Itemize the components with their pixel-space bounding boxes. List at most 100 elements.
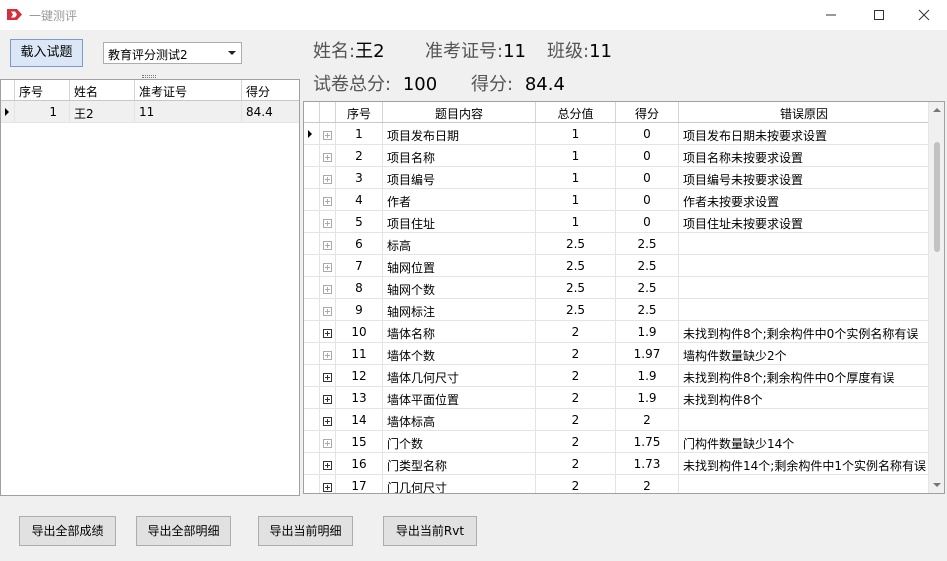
expand-plus-icon[interactable]	[323, 131, 332, 140]
expander-cell[interactable]	[320, 365, 336, 386]
cell-score[interactable]: 84.4	[242, 101, 299, 122]
cell-total[interactable]: 1	[536, 145, 616, 166]
splitter-grip[interactable]	[142, 75, 156, 78]
table-row[interactable]: 17 门几何尺寸 2 2	[304, 475, 944, 493]
export-all-details-button[interactable]: 导出全部明细	[136, 516, 231, 546]
expand-plus-icon[interactable]	[323, 461, 332, 470]
column-header-name[interactable]: 姓名	[70, 80, 135, 100]
row-header[interactable]	[304, 453, 320, 474]
cell-topic[interactable]: 墙体标高	[383, 409, 536, 430]
load-exam-button[interactable]: 载入试题	[10, 39, 83, 67]
cell-topic[interactable]: 墙体几何尺寸	[383, 365, 536, 386]
cell-no[interactable]: 17	[336, 475, 383, 493]
table-row[interactable]: 10 墙体名称 2 1.9 未找到构件8个;剩余构件中0个实例名称有误	[304, 321, 944, 343]
expander-cell[interactable]	[320, 475, 336, 493]
table-row[interactable]: 6 标高 2.5 2.5	[304, 233, 944, 255]
exam-select[interactable]: 教育评分测试2	[103, 42, 242, 64]
table-row[interactable]: 9 轴网标注 2.5 2.5	[304, 299, 944, 321]
cell-total[interactable]: 2	[536, 343, 616, 364]
cell-topic[interactable]: 轴网个数	[383, 277, 536, 298]
expander-cell[interactable]	[320, 299, 336, 320]
scroll-down-icon[interactable]	[933, 483, 941, 487]
expander-cell[interactable]	[320, 431, 336, 452]
expand-plus-icon[interactable]	[323, 197, 332, 206]
cell-total[interactable]: 2	[536, 321, 616, 342]
table-row[interactable]: 1 项目发布日期 1 0 项目发布日期未按要求设置	[304, 123, 944, 145]
table-row[interactable]: 3 项目编号 1 0 项目编号未按要求设置	[304, 167, 944, 189]
row-header[interactable]	[304, 211, 320, 232]
expand-plus-icon[interactable]	[323, 175, 332, 184]
cell-topic[interactable]: 墙体个数	[383, 343, 536, 364]
cell-score[interactable]: 2.5	[616, 299, 679, 320]
expander-cell[interactable]	[320, 123, 336, 144]
cell-total[interactable]: 2	[536, 365, 616, 386]
cell-reason[interactable]: 未找到构件14个;剩余构件中1个实例名称有误	[679, 453, 930, 474]
cell-no[interactable]: 10	[336, 321, 383, 342]
row-header[interactable]	[304, 431, 320, 452]
cell-score[interactable]: 0	[616, 211, 679, 232]
expand-plus-icon[interactable]	[323, 439, 332, 448]
column-header-reason[interactable]: 错误原因	[679, 102, 930, 122]
cell-reason[interactable]: 未找到构件8个;剩余构件中0个厚度有误	[679, 365, 930, 386]
vertical-scrollbar[interactable]	[928, 102, 944, 493]
cell-total[interactable]: 2.5	[536, 255, 616, 276]
expand-plus-icon[interactable]	[323, 285, 332, 294]
expander-cell[interactable]	[320, 255, 336, 276]
expand-plus-icon[interactable]	[323, 153, 332, 162]
cell-no[interactable]: 13	[336, 387, 383, 408]
table-row[interactable]: 16 门类型名称 2 1.73 未找到构件14个;剩余构件中1个实例名称有误	[304, 453, 944, 475]
expander-cell[interactable]	[320, 211, 336, 232]
cell-reason[interactable]	[679, 299, 930, 320]
expand-plus-icon[interactable]	[323, 395, 332, 404]
cell-no[interactable]: 1	[336, 123, 383, 144]
cell-no[interactable]: 1	[15, 101, 70, 122]
detail-grid[interactable]: 序号 题目内容 总分值 得分 错误原因 1 项目发布日期 1 0 项目发布日期未按要求设…	[303, 101, 945, 494]
expander-cell[interactable]	[320, 343, 336, 364]
cell-total[interactable]: 1	[536, 123, 616, 144]
cell-no[interactable]: 9	[336, 299, 383, 320]
row-header[interactable]	[304, 409, 320, 430]
cell-no[interactable]: 7	[336, 255, 383, 276]
cell-topic[interactable]: 项目编号	[383, 167, 536, 188]
row-header[interactable]	[304, 387, 320, 408]
cell-reason[interactable]: 项目住址未按要求设置	[679, 211, 930, 232]
cell-topic[interactable]: 轴网位置	[383, 255, 536, 276]
cell-topic[interactable]: 项目名称	[383, 145, 536, 166]
expand-plus-icon[interactable]	[323, 307, 332, 316]
cell-total[interactable]: 2.5	[536, 233, 616, 254]
cell-no[interactable]: 3	[336, 167, 383, 188]
expand-plus-icon[interactable]	[323, 373, 332, 382]
expander-cell[interactable]	[320, 387, 336, 408]
cell-score[interactable]: 0	[616, 145, 679, 166]
cell-score[interactable]: 0	[616, 123, 679, 144]
cell-topic[interactable]: 轴网标注	[383, 299, 536, 320]
cell-no[interactable]: 4	[336, 189, 383, 210]
cell-reason[interactable]: 墙构件数量缺少2个	[679, 343, 930, 364]
expand-plus-icon[interactable]	[323, 351, 332, 360]
cell-exam-id[interactable]: 11	[135, 101, 242, 122]
cell-score[interactable]: 1.73	[616, 453, 679, 474]
expander-cell[interactable]	[320, 145, 336, 166]
expand-plus-icon[interactable]	[323, 417, 332, 426]
cell-score[interactable]: 1.9	[616, 387, 679, 408]
cell-score[interactable]: 2	[616, 475, 679, 493]
expand-plus-icon[interactable]	[323, 241, 332, 250]
expander-cell[interactable]	[320, 409, 336, 430]
cell-total[interactable]: 2.5	[536, 277, 616, 298]
cell-reason[interactable]	[679, 255, 930, 276]
scroll-thumb[interactable]	[934, 142, 940, 252]
cell-reason[interactable]: 项目发布日期未按要求设置	[679, 123, 930, 144]
cell-total[interactable]: 2	[536, 409, 616, 430]
cell-no[interactable]: 8	[336, 277, 383, 298]
cell-score[interactable]: 2.5	[616, 233, 679, 254]
table-row[interactable]: 1 王2 11 84.4	[1, 101, 299, 123]
cell-reason[interactable]: 项目编号未按要求设置	[679, 167, 930, 188]
table-row[interactable]: 8 轴网个数 2.5 2.5	[304, 277, 944, 299]
table-row[interactable]: 13 墙体平面位置 2 1.9 未找到构件8个	[304, 387, 944, 409]
export-all-scores-button[interactable]: 导出全部成绩	[19, 516, 116, 546]
cell-score[interactable]: 1.9	[616, 365, 679, 386]
cell-score[interactable]: 2.5	[616, 277, 679, 298]
cell-total[interactable]: 2.5	[536, 299, 616, 320]
cell-reason[interactable]	[679, 233, 930, 254]
cell-score[interactable]: 0	[616, 167, 679, 188]
